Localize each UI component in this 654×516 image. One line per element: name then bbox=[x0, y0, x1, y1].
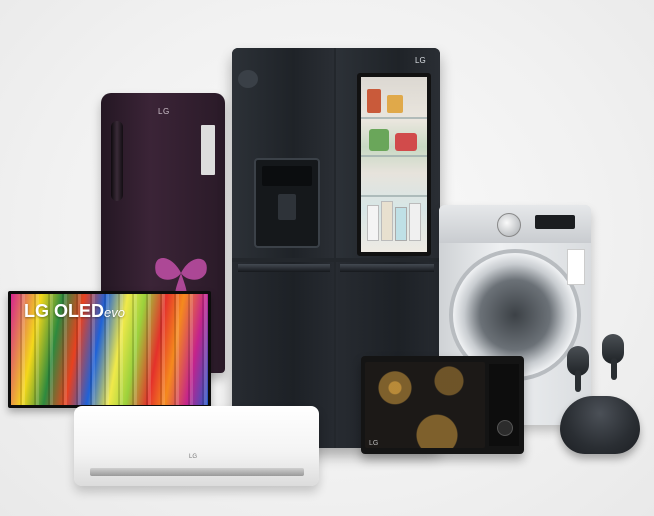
energy-badge bbox=[238, 70, 258, 88]
program-dial bbox=[497, 213, 521, 237]
microwave-knob bbox=[497, 420, 513, 436]
fridge-logo: LG bbox=[158, 107, 170, 116]
tv-suffix: evo bbox=[104, 305, 125, 320]
split-air-conditioner: LG bbox=[74, 406, 319, 486]
earbuds-charging-case bbox=[560, 396, 640, 454]
bottle bbox=[395, 207, 407, 241]
washer-display bbox=[535, 215, 575, 229]
oled-tv: LG OLEDevo bbox=[8, 291, 211, 408]
shelf bbox=[361, 117, 427, 119]
fridge-handle bbox=[111, 121, 123, 201]
food-item bbox=[387, 95, 403, 113]
food-item bbox=[367, 89, 381, 113]
dispenser-control-panel bbox=[262, 166, 312, 186]
energy-label bbox=[567, 249, 585, 285]
tv-brand-logo: LG OLEDevo bbox=[24, 301, 125, 322]
microwave-logo: LG bbox=[369, 440, 379, 447]
tv-brand: LG bbox=[24, 301, 49, 321]
right-door-handle bbox=[340, 264, 434, 272]
energy-label bbox=[201, 125, 215, 175]
shelf bbox=[361, 195, 427, 197]
microwave-oven: LG bbox=[361, 356, 524, 454]
microwave-door bbox=[365, 362, 485, 448]
fridge-logo: LG bbox=[415, 56, 426, 65]
shelf bbox=[361, 155, 427, 157]
water-dispenser bbox=[254, 158, 320, 248]
food-item bbox=[369, 129, 389, 151]
bottle bbox=[367, 205, 379, 241]
bottle bbox=[409, 203, 421, 241]
earbud-stem bbox=[611, 358, 617, 380]
dispenser-nozzle bbox=[278, 194, 296, 220]
food-item bbox=[395, 133, 417, 151]
left-door-handle bbox=[238, 264, 330, 272]
bottle bbox=[381, 201, 393, 241]
ac-logo: LG bbox=[189, 454, 198, 460]
appliance-showcase: LG LG LG OLEDevo LG LG bbox=[0, 0, 654, 516]
earbud-stem bbox=[575, 370, 581, 392]
ac-vent bbox=[90, 468, 304, 476]
tv-model-line: OLED bbox=[54, 301, 105, 321]
instaview-window bbox=[357, 73, 431, 256]
